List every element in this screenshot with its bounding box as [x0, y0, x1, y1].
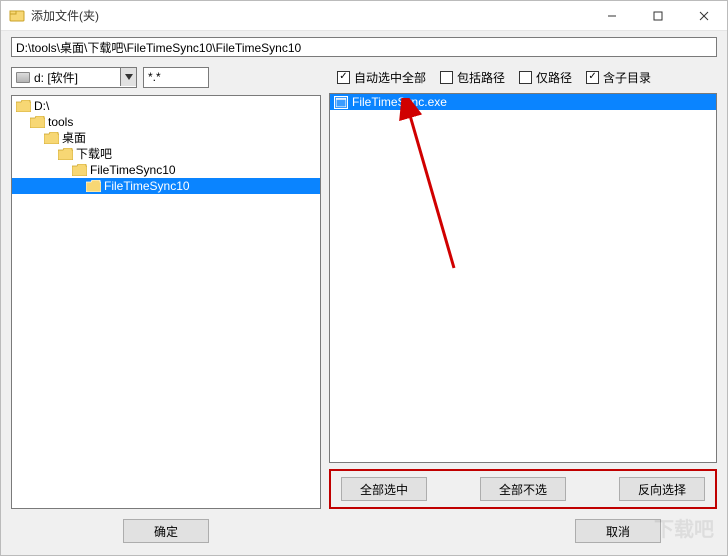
close-button[interactable]: [681, 1, 727, 31]
maximize-button[interactable]: [635, 1, 681, 31]
file-list[interactable]: FileTimeSync.exe: [329, 93, 717, 463]
tree-node[interactable]: 下载吧: [12, 146, 320, 162]
tree-node-label: 桌面: [62, 130, 86, 146]
tree-node-label: D:\: [34, 98, 49, 114]
tree-node[interactable]: D:\: [12, 98, 320, 114]
drive-label: d: [软件]: [34, 69, 78, 86]
tree-node-label: FileTimeSync10: [104, 178, 190, 194]
file-item[interactable]: FileTimeSync.exe: [330, 94, 716, 110]
folder-icon: [58, 148, 73, 160]
folder-icon: [44, 132, 59, 144]
checkbox-icon: [440, 71, 453, 84]
exe-icon: [334, 96, 348, 109]
chevron-down-icon: [120, 68, 136, 86]
left-top-row: d: [软件]: [11, 65, 321, 89]
deselect-all-button[interactable]: 全部不选: [480, 477, 566, 501]
checkbox-row: ✓ 自动选中全部 包括路径 仅路径 ✓ 含子目录: [329, 65, 717, 89]
path-row: [1, 31, 727, 61]
dialog-buttons-row: 确定 取消: [1, 513, 727, 555]
filter-input[interactable]: [143, 67, 209, 88]
tree-node-label: FileTimeSync10: [90, 162, 176, 178]
right-pane: ✓ 自动选中全部 包括路径 仅路径 ✓ 含子目录 FileTimeSync.ex…: [329, 65, 717, 509]
folder-icon: [30, 116, 45, 128]
check-auto-select-all[interactable]: ✓ 自动选中全部: [337, 69, 426, 86]
window-title: 添加文件(夹): [31, 7, 589, 24]
checkbox-icon: ✓: [337, 71, 350, 84]
tree-node[interactable]: tools: [12, 114, 320, 130]
ok-button[interactable]: 确定: [123, 519, 209, 543]
folder-icon: [86, 180, 101, 192]
folder-icon: [72, 164, 87, 176]
checkbox-icon: ✓: [586, 71, 599, 84]
check-include-subdir[interactable]: ✓ 含子目录: [586, 69, 651, 86]
selection-buttons-row: 全部选中 全部不选 反向选择: [329, 469, 717, 509]
dialog-window: 添加文件(夹) d: [软件]: [0, 0, 728, 556]
folder-icon: [16, 100, 31, 112]
tree-node[interactable]: FileTimeSync10: [12, 162, 320, 178]
drive-select[interactable]: d: [软件]: [11, 67, 137, 88]
folder-tree[interactable]: D:\tools桌面下载吧FileTimeSync10FileTimeSync1…: [11, 95, 321, 509]
file-name: FileTimeSync.exe: [352, 95, 447, 109]
titlebar: 添加文件(夹): [1, 1, 727, 31]
checkbox-icon: [519, 71, 532, 84]
disk-icon: [16, 72, 30, 83]
checkbox-label: 含子目录: [603, 69, 651, 86]
window-controls: [589, 1, 727, 31]
left-pane: d: [软件] D:\tools桌面下载吧FileTimeSync10FileT…: [11, 65, 321, 509]
checkbox-label: 包括路径: [457, 69, 505, 86]
checkbox-label: 自动选中全部: [354, 69, 426, 86]
tree-node[interactable]: 桌面: [12, 130, 320, 146]
app-icon: [9, 8, 25, 24]
content-row: d: [软件] D:\tools桌面下载吧FileTimeSync10FileT…: [1, 61, 727, 513]
path-input[interactable]: [11, 37, 717, 57]
check-include-path[interactable]: 包括路径: [440, 69, 505, 86]
minimize-button[interactable]: [589, 1, 635, 31]
invert-selection-button[interactable]: 反向选择: [619, 477, 705, 501]
checkbox-label: 仅路径: [536, 69, 572, 86]
tree-node-label: 下载吧: [76, 146, 112, 162]
select-all-button[interactable]: 全部选中: [341, 477, 427, 501]
tree-node[interactable]: FileTimeSync10: [12, 178, 320, 194]
cancel-button[interactable]: 取消: [575, 519, 661, 543]
check-only-path[interactable]: 仅路径: [519, 69, 572, 86]
tree-node-label: tools: [48, 114, 73, 130]
